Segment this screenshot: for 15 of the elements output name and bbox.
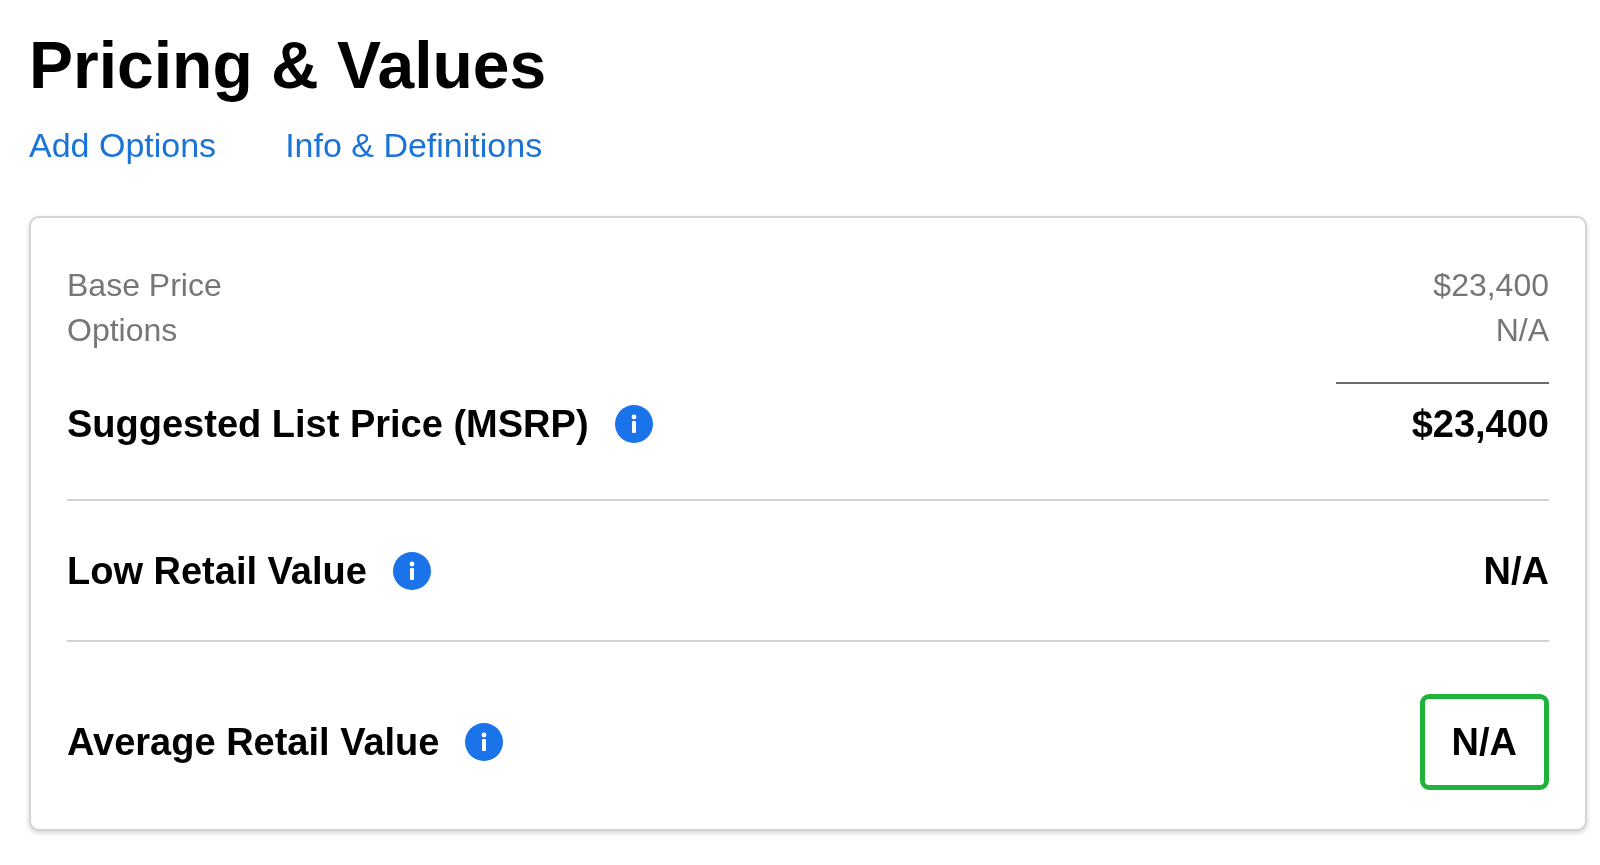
breakdown-label: Base Price bbox=[67, 266, 222, 305]
breakdown-label: Options bbox=[67, 311, 178, 350]
info-icon[interactable] bbox=[392, 552, 431, 590]
value-label: Low Retail Value bbox=[67, 549, 367, 594]
highlighted-value: N/A bbox=[1419, 694, 1549, 790]
value-label: Suggested List Price (MSRP) bbox=[67, 402, 589, 447]
value-label: Average Retail Value bbox=[67, 720, 440, 765]
text-link[interactable]: Info & Definitions bbox=[285, 125, 543, 166]
info-icon[interactable] bbox=[614, 405, 653, 443]
price-value: $23,400 bbox=[1411, 402, 1549, 447]
text-link[interactable]: Add Options bbox=[29, 125, 217, 166]
info-icon[interactable] bbox=[465, 723, 504, 761]
breakdown-value: $23,400 bbox=[1433, 266, 1549, 305]
breakdown-value: N/A bbox=[1495, 311, 1549, 350]
price-value: N/A bbox=[1483, 549, 1549, 594]
